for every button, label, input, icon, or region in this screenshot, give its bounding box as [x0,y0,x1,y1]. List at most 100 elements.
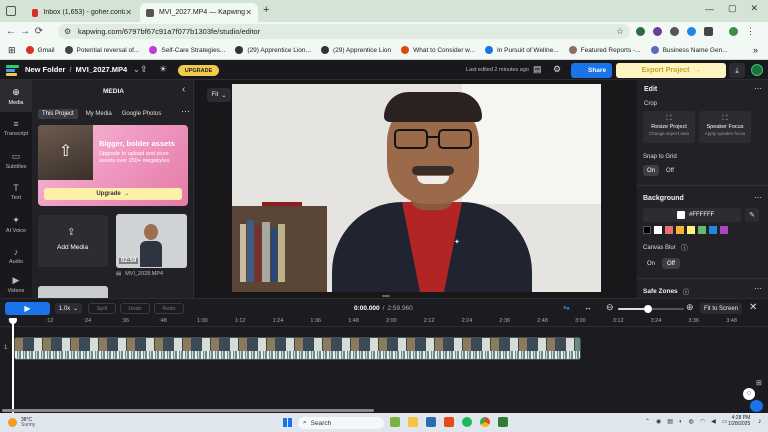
extension-icon[interactable] [636,27,645,36]
app-icon[interactable] [498,417,508,427]
app-icon[interactable] [390,417,400,427]
settings-gear-icon[interactable]: ⚙ [553,64,561,75]
menu-icon[interactable]: ⋮ [746,26,755,37]
play-button[interactable]: ▶ [5,302,50,315]
swatch-blue[interactable] [709,226,717,234]
clock[interactable]: 4:28 PM 1/28/2025 [728,415,750,427]
file-name[interactable]: MVI_2027.MP4 [76,65,128,74]
safe-zones-row[interactable]: Safe Zones ⓘ [643,286,689,297]
weather-icon[interactable] [8,418,17,427]
folder-name[interactable]: New Folder [25,65,65,74]
more-bookmarks-icon[interactable]: » [753,45,758,55]
panel-resize-handle[interactable] [382,295,390,297]
url-bar[interactable]: ⚙ kapwing.com/6797bf67c91a7f077b1303fe/s… [58,24,630,39]
tab-google-photos[interactable]: Google Photos [122,111,162,117]
tab-gmail[interactable]: Inbox (1,653) - goher.contact@... ✕ [26,3,138,22]
close-timeline-icon[interactable]: ✕ [749,302,757,313]
zoom-out-icon[interactable]: ⊖ [606,302,614,313]
rail-item-transcript[interactable]: ≡ Transcript [0,112,32,144]
magnet-icon[interactable]: ⇋ [563,303,570,312]
playhead[interactable] [12,319,14,414]
bookmark-item[interactable]: Self-Care Strategies... [149,46,225,54]
bookmark-item[interactable]: In Pursuit of Wellne... [484,46,559,54]
tray-icon[interactable]: ◍ [689,418,694,425]
tab-my-media[interactable]: My Media [86,111,112,117]
chrome-icon[interactable] [480,417,490,427]
zoom-in-icon[interactable]: ⊕ [686,302,694,313]
chevron-up-icon[interactable]: ⌃ [645,418,650,425]
rail-item-videos[interactable]: ▶ Videos [0,272,32,296]
fit-width-icon[interactable]: ↔ [584,303,592,312]
more-options-icon[interactable]: ⋯ [754,284,762,293]
kapwing-logo[interactable] [6,65,19,76]
bookmark-item[interactable]: (29) Apprentice Lion [320,46,391,54]
tray-icon[interactable]: ◐ [679,419,683,425]
taskbar-search[interactable]: ⌕ Search [298,417,384,429]
blur-off-toggle[interactable]: Off [662,258,680,269]
close-icon[interactable]: ✕ [245,8,252,17]
back-icon[interactable]: ← [4,26,18,37]
upgrade-button[interactable]: UPGRADE [178,65,219,76]
notifications-icon[interactable]: ♪ [758,418,762,425]
new-tab-button[interactable]: + [263,4,269,16]
windows-start-icon[interactable] [283,418,292,427]
extension-icon[interactable] [653,27,662,36]
forward-icon[interactable]: → [18,26,32,37]
reload-icon[interactable]: ⟳ [32,26,46,37]
bookmark-item[interactable]: Featured Reports -... [568,46,641,54]
undo-button[interactable]: Undo [120,303,150,314]
extension-icon[interactable] [670,27,679,36]
more-options-icon[interactable]: ⋯ [754,193,762,202]
help-bubble-icon[interactable]: ○ [743,388,755,400]
bookmark-item[interactable]: Business Name Gen... [650,46,728,54]
eyedropper-button[interactable]: ✎ [745,208,759,222]
timeline-ruler[interactable]: :00:12:24:36:481:001:121:241:361:482:002… [0,318,768,327]
timeline-scrollbar[interactable] [2,409,374,412]
close-window-icon[interactable]: ✕ [751,3,759,14]
share-button[interactable]: 👤 Share [571,63,612,78]
extension-icon[interactable] [704,27,713,36]
tab-kapwing[interactable]: MVI_2027.MP4 — Kapwing ✕ [140,3,258,22]
video-clip[interactable] [14,337,581,360]
collapse-panel-icon[interactable]: ‹ [182,84,185,95]
snap-on-toggle[interactable]: On [643,165,659,176]
profile-icon[interactable] [729,27,738,36]
bookmark-item[interactable]: What to Consider w... [401,46,475,54]
tab-this-project[interactable]: This Project [38,108,78,119]
close-icon[interactable]: ✕ [125,8,132,17]
wifi-icon[interactable]: ◠ [700,418,705,425]
redo-button[interactable]: Redo [154,303,184,314]
rail-item-media[interactable]: ⊕ Media [0,80,32,112]
download-button[interactable]: ⤓ [729,63,745,78]
media-clip-thumbnail-2[interactable] [38,286,108,298]
zoom-slider-knob[interactable] [643,305,652,313]
rail-item-subtitles[interactable]: ▭ Subtitles [0,144,32,176]
swatch-black[interactable] [643,226,651,234]
volume-icon[interactable]: ◀ [711,418,716,425]
blur-on-toggle[interactable]: On [643,258,659,269]
bookmark-gmail[interactable]: Gmail [25,46,55,54]
extension-icon[interactable] [687,27,696,36]
tray-icon[interactable]: ▤ [667,418,673,425]
snap-off-toggle[interactable]: Off [662,165,678,176]
swatch-yellow[interactable] [687,226,695,234]
add-media-button[interactable]: ⇪ Add Media [38,215,108,267]
user-avatar[interactable] [751,64,763,76]
app-icon[interactable] [444,417,454,427]
site-info-icon[interactable]: ⚙ [64,27,71,36]
lightbulb-icon[interactable]: ☀ [159,64,167,75]
grid-icon[interactable]: ⊞ [756,379,762,387]
app-icon[interactable] [426,417,436,427]
chat-widget-icon[interactable] [750,400,763,412]
battery-icon[interactable]: ▭ [722,418,728,425]
rail-item-ai-voice[interactable]: ✦ AI Voice [0,208,32,240]
weather-widget[interactable]: 38°C Sunny [21,417,35,428]
promo-upgrade-button[interactable]: Upgrade → [44,188,182,200]
apps-icon[interactable]: ⊞ [8,45,16,56]
swatch-green[interactable] [698,226,706,234]
tab-list-icon[interactable] [6,6,16,16]
bookmark-star-icon[interactable]: ☆ [616,26,624,37]
zoom-slider-track[interactable] [618,305,684,313]
more-options-icon[interactable]: ⋯ [181,106,190,117]
file-explorer-icon[interactable] [408,417,418,427]
